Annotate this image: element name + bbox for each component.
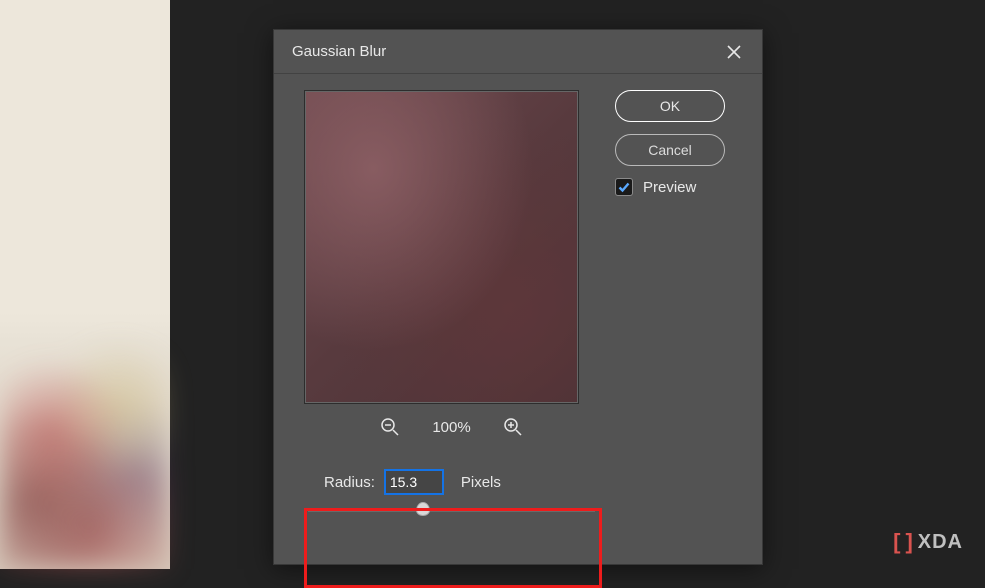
radius-input[interactable] <box>385 470 443 494</box>
radius-label: Radius: <box>324 474 375 491</box>
annotation-highlight-box <box>304 508 602 588</box>
slider-track <box>308 508 595 512</box>
watermark-bracket-left-icon: [ <box>893 529 901 555</box>
canvas-background-strip <box>0 0 170 569</box>
zoom-out-button[interactable] <box>378 415 402 439</box>
close-button[interactable] <box>724 42 744 62</box>
blurred-image-content <box>0 339 170 569</box>
ok-button[interactable]: OK <box>615 90 725 122</box>
zoom-out-icon <box>380 417 400 437</box>
watermark-text: XDA <box>918 531 963 554</box>
dialog-titlebar: Gaussian Blur <box>274 30 762 74</box>
watermark-bracket-right-icon: ] <box>905 529 913 555</box>
slider-thumb[interactable] <box>416 502 430 516</box>
check-icon <box>618 181 630 193</box>
preview-checkbox-label: Preview <box>643 179 696 196</box>
radius-slider[interactable] <box>304 508 599 512</box>
zoom-level: 100% <box>432 419 470 436</box>
gaussian-blur-dialog: Gaussian Blur 100% <box>273 29 763 565</box>
cancel-button[interactable]: Cancel <box>615 134 725 166</box>
preview-checkbox[interactable] <box>615 178 633 196</box>
dialog-title: Gaussian Blur <box>292 43 386 60</box>
cancel-button-label: Cancel <box>648 142 692 158</box>
radius-unit-label: Pixels <box>461 474 501 491</box>
ok-button-label: OK <box>660 98 680 114</box>
zoom-in-icon <box>503 417 523 437</box>
watermark-logo: [ ] XDA <box>893 529 963 555</box>
zoom-in-button[interactable] <box>501 415 525 439</box>
close-icon <box>726 44 742 60</box>
filter-preview-image[interactable] <box>304 90 579 404</box>
